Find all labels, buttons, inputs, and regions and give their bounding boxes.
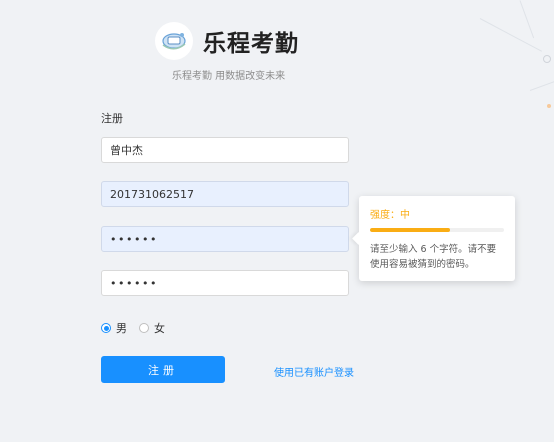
student-id-input-value: 201731062517 — [110, 187, 194, 201]
register-button-label: 注册 — [148, 363, 178, 377]
gender-male-label[interactable]: 男 — [116, 320, 127, 336]
tooltip-arrow — [352, 232, 365, 245]
register-button[interactable]: 注册 — [101, 356, 225, 383]
background-dot — [547, 104, 551, 108]
password-strength-bar — [370, 228, 504, 232]
brand-subtitle: 乐程考勤 用数据改变未来 — [172, 71, 286, 82]
password-strength-tooltip: 强度：中 请至少输入 6 个字符。请不要使用容易被猜到的密码。 — [352, 196, 515, 281]
background-dot — [543, 55, 551, 63]
password-hint-text: 请至少输入 6 个字符。请不要使用容易被猜到的密码。 — [370, 244, 497, 270]
brand-title: 乐程考勤 — [203, 31, 299, 57]
name-input[interactable]: 曾中杰 — [101, 137, 349, 163]
name-input-value: 曾中杰 — [110, 144, 143, 157]
password-strength-bar-fill — [370, 228, 451, 232]
login-existing-account-link[interactable]: 使用已有账户登录 — [274, 364, 354, 379]
gender-male-radio[interactable] — [101, 323, 111, 333]
gender-female-radio[interactable] — [139, 323, 149, 333]
confirm-password-input-value: •••••• — [110, 276, 158, 290]
background-line — [519, 0, 535, 39]
password-input[interactable]: •••••• — [101, 226, 349, 252]
attendance-logo-icon — [155, 22, 193, 60]
gender-female-label[interactable]: 女 — [154, 320, 165, 336]
background-line — [529, 76, 554, 91]
gender-radio-group: 男 女 — [101, 320, 177, 336]
password-strength-text: 强度：中 — [370, 210, 410, 221]
student-id-input[interactable]: 201731062517 — [101, 181, 349, 207]
brand-header: 乐程考勤 — [155, 22, 299, 60]
form-section-label: 注册 — [101, 112, 123, 125]
password-input-value: •••••• — [110, 232, 158, 246]
confirm-password-input[interactable]: •••••• — [101, 270, 349, 296]
